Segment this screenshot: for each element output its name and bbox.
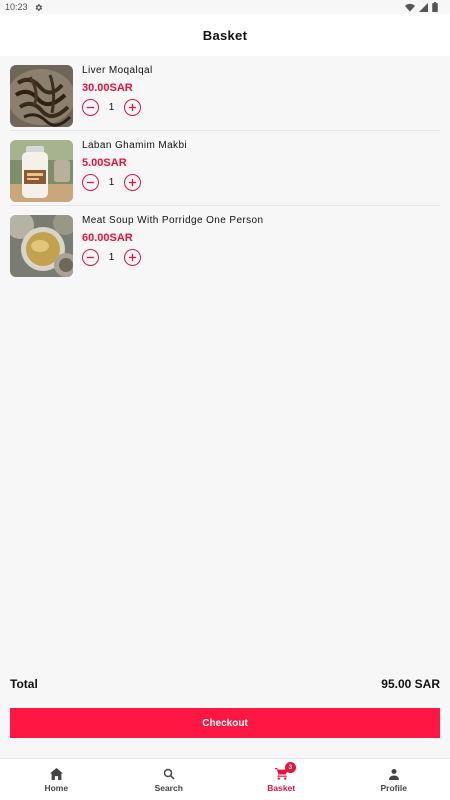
item-price: 5.00SAR — [82, 157, 127, 169]
total-value: 95.00 SAR — [381, 677, 440, 691]
basket-list: Liver Moqalqal 30.00SAR 1 Laban Ghamim M… — [0, 56, 450, 281]
decrease-quantity-button[interactable] — [82, 99, 99, 116]
quantity-value: 1 — [108, 252, 115, 263]
minus-icon — [86, 181, 95, 184]
person-icon — [388, 768, 399, 780]
decrease-quantity-button[interactable] — [82, 174, 99, 191]
search-icon — [163, 768, 175, 780]
basket-item: Meat Soup With Porridge One Person 60.00… — [10, 206, 440, 281]
quantity-value: 1 — [108, 177, 115, 188]
plus-icon — [128, 178, 137, 187]
signal-icon — [419, 2, 428, 12]
item-name: Laban Ghamim Makbi — [82, 140, 188, 151]
nav-label: Home — [44, 782, 69, 793]
total-label: Total — [10, 677, 38, 691]
quantity-value: 1 — [108, 102, 115, 113]
laban-bottle-image — [10, 140, 73, 202]
nav-item-search[interactable]: Search — [113, 759, 226, 800]
item-info: Laban Ghamim Makbi 5.00SAR 1 — [82, 140, 187, 191]
bottom-nav: Home Search 3 Basket Profile — [0, 758, 450, 800]
nav-label: Basket — [267, 782, 296, 793]
total-row: Total 95.00 SAR — [10, 677, 440, 691]
decrease-quantity-button[interactable] — [82, 249, 99, 266]
battery-icon — [432, 2, 438, 12]
wifi-icon — [405, 3, 415, 12]
increase-quantity-button[interactable] — [124, 249, 141, 266]
person-icon-wrap — [388, 767, 400, 781]
status-bar: 10:23 — [0, 0, 450, 14]
plus-icon — [128, 103, 137, 112]
checkout-button[interactable]: Checkout — [10, 708, 440, 738]
home-icon — [49, 767, 63, 780]
status-left: 10:23 — [5, 2, 43, 12]
home-icon-wrap — [49, 767, 63, 781]
cart-icon-wrap: 3 — [274, 761, 296, 781]
nav-item-home[interactable]: Home — [0, 759, 113, 800]
item-price: 30.00SAR — [82, 82, 133, 94]
item-info: Meat Soup With Porridge One Person 60.00… — [82, 215, 263, 266]
item-info: Liver Moqalqal 30.00SAR 1 — [82, 65, 153, 116]
status-right — [405, 2, 438, 12]
settings-icon — [35, 3, 42, 11]
nav-label: Profile — [380, 782, 407, 793]
search-icon-wrap — [163, 767, 175, 781]
page-title: Basket — [202, 27, 248, 43]
increase-quantity-button[interactable] — [124, 174, 141, 191]
minus-icon — [86, 106, 95, 109]
increase-quantity-button[interactable] — [124, 99, 141, 116]
liver-dish-image — [10, 65, 73, 127]
nav-label: Search — [154, 782, 183, 793]
nav-item-profile[interactable]: Profile — [338, 759, 450, 800]
minus-icon — [86, 256, 95, 259]
cart-count-badge: 3 — [284, 761, 296, 773]
basket-item: Liver Moqalqal 30.00SAR 1 — [10, 56, 440, 131]
status-time: 10:23 — [5, 2, 28, 12]
quantity-stepper: 1 — [82, 174, 187, 191]
item-name: Liver Moqalqal — [82, 65, 153, 76]
app-bar: Basket — [0, 14, 450, 56]
nav-item-basket[interactable]: 3 Basket — [225, 759, 338, 800]
item-price: 60.00SAR — [82, 232, 133, 244]
plus-icon — [128, 253, 137, 262]
basket-item: Laban Ghamim Makbi 5.00SAR 1 — [10, 131, 440, 206]
quantity-stepper: 1 — [82, 249, 263, 266]
quantity-stepper: 1 — [82, 99, 153, 116]
item-name: Meat Soup With Porridge One Person — [82, 215, 264, 226]
soup-bowl-image — [10, 215, 73, 277]
